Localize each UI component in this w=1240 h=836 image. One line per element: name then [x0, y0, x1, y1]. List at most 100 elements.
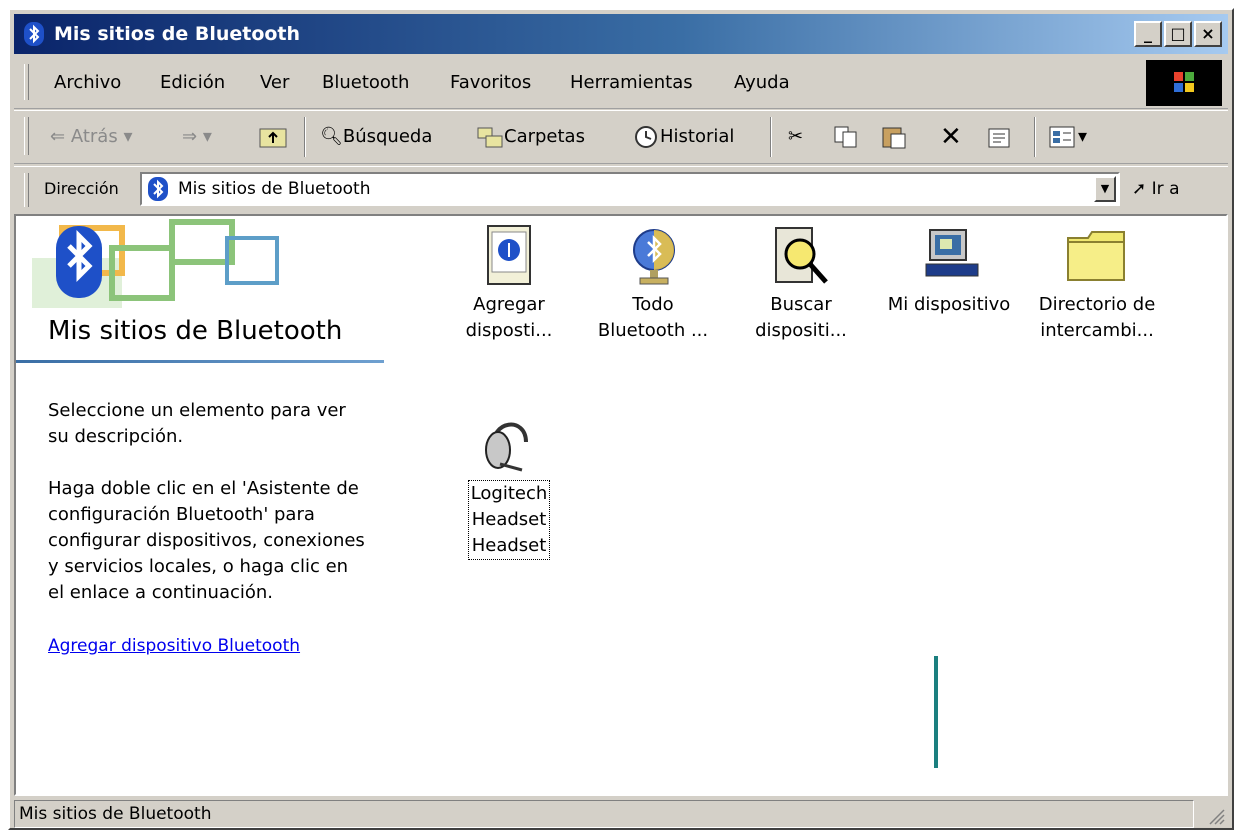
- item-label-line: Mi dispositivo: [887, 294, 1011, 315]
- address-grip: [24, 173, 29, 207]
- web-view-panel: Mis sitios de Bluetooth Seleccione un el…: [16, 216, 388, 794]
- menu-archivo[interactable]: Archivo: [54, 72, 121, 94]
- toolbar-separator: [304, 117, 306, 157]
- add-device-icon: [487, 225, 531, 285]
- add-bluetooth-device-link[interactable]: Agregar dispositivo Bluetooth: [48, 636, 300, 656]
- status-text: Mis sitios de Bluetooth: [14, 800, 1194, 828]
- up-folder-icon: [259, 128, 287, 148]
- logitech-headset-item[interactable]: Logitech Headset Headset: [444, 408, 574, 560]
- views-button[interactable]: ▾: [1048, 119, 1087, 155]
- copy-button[interactable]: [832, 119, 860, 155]
- item-label-line: Logitech: [470, 483, 548, 504]
- item-label-line: intercambi...: [1040, 320, 1154, 341]
- windows-flag-icon: [1174, 72, 1194, 92]
- item-label-line: disposti...: [465, 320, 553, 341]
- item-label-line: Todo: [632, 294, 674, 315]
- folders-button[interactable]: Carpetas: [476, 119, 585, 155]
- menu-grip: [24, 64, 29, 100]
- maximize-button[interactable]: □: [1164, 21, 1192, 47]
- properties-icon: [988, 128, 1010, 148]
- panel-title-rule: [16, 360, 384, 363]
- history-button[interactable]: Historial: [632, 119, 734, 155]
- headset-icon: [485, 422, 528, 472]
- address-value: Mis sitios de Bluetooth: [178, 179, 371, 199]
- views-dropdown-icon[interactable]: ▾: [1078, 126, 1087, 147]
- search-devices-item[interactable]: Buscar dispositi...: [736, 224, 866, 344]
- folder-icon: [1067, 231, 1125, 281]
- item-label-line: dispositi...: [755, 320, 847, 341]
- bluetooth-banner-graphic: [32, 219, 279, 308]
- item-label-line: Headset: [471, 509, 547, 530]
- up-folder-button[interactable]: [258, 119, 288, 155]
- close-button[interactable]: ×: [1194, 21, 1222, 47]
- address-label: Dirección: [44, 179, 119, 198]
- my-device-item[interactable]: Mi dispositivo: [884, 224, 1014, 318]
- add-device-item[interactable]: Agregar disposti...: [444, 224, 574, 344]
- go-button[interactable]: ➚ Ir a: [1132, 179, 1179, 199]
- item-label-line: Buscar: [770, 294, 832, 315]
- back-label: Atrás: [70, 126, 118, 147]
- properties-button[interactable]: [986, 119, 1014, 155]
- item-label-line: Bluetooth ...: [597, 320, 709, 341]
- menu-edicion[interactable]: Edición: [160, 72, 225, 94]
- search-label: Búsqueda: [342, 126, 433, 147]
- resize-grip-icon[interactable]: [1206, 806, 1226, 826]
- menu-herramientas[interactable]: Herramientas: [570, 72, 693, 94]
- search-icon: 🔍︎: [320, 126, 343, 147]
- item-label-line: Headset: [471, 535, 547, 556]
- bluetooth-icon: [148, 177, 168, 201]
- panel-description: Seleccione un elemento para ver su descr…: [48, 400, 346, 447]
- menu-bar: Archivo Edición Ver Bluetooth Favoritos …: [14, 58, 1228, 109]
- my-computer-icon: [925, 229, 979, 277]
- item-label-line: Agregar: [473, 294, 545, 315]
- scissors-icon: ✂: [788, 126, 804, 147]
- panel-instructions: Haga doble clic en el 'Asistente de conf…: [48, 478, 365, 603]
- windows-logo: [1146, 60, 1222, 106]
- teal-mark: [934, 656, 938, 768]
- menu-ayuda[interactable]: Ayuda: [734, 72, 790, 94]
- forward-dropdown-icon[interactable]: ▾: [203, 126, 212, 147]
- delete-x-icon: ✕: [940, 122, 962, 152]
- minimize-button[interactable]: _: [1134, 21, 1162, 47]
- forward-button[interactable]: ⇒ ▾: [182, 119, 212, 155]
- back-dropdown-icon[interactable]: ▾: [123, 126, 132, 147]
- history-icon: [635, 126, 657, 148]
- paste-icon: [882, 127, 906, 149]
- item-label-line: Directorio de: [1038, 294, 1156, 315]
- search-button[interactable]: 🔍︎Búsqueda: [320, 119, 432, 155]
- content-area: Mis sitios de Bluetooth Seleccione un el…: [14, 214, 1228, 796]
- address-dropdown-button[interactable]: ▼: [1094, 176, 1116, 202]
- back-arrow-icon: ⇐: [50, 126, 66, 147]
- panel-title: Mis sitios de Bluetooth: [48, 316, 343, 346]
- toolbar-grip: [24, 117, 29, 155]
- exchange-folder-item[interactable]: Directorio de intercambi...: [1032, 224, 1162, 344]
- delete-button[interactable]: ✕: [940, 119, 962, 155]
- standard-toolbar: ⇐ Atrás ▾ ⇒ ▾ 🔍︎Búsqueda Carpetas Histor…: [14, 110, 1228, 164]
- go-arrow-icon: ➚: [1132, 179, 1147, 199]
- address-bar: Dirección Mis sitios de Bluetooth ▼ ➚ Ir…: [14, 166, 1228, 215]
- paste-button[interactable]: [880, 119, 908, 155]
- folders-label: Carpetas: [504, 126, 585, 147]
- menu-favoritos[interactable]: Favoritos: [450, 72, 531, 94]
- bluetooth-globe-icon: [633, 229, 675, 285]
- explorer-window: Mis sitios de Bluetooth _ □ × Archivo Ed…: [8, 8, 1234, 830]
- search-devices-icon: [775, 227, 828, 284]
- address-input[interactable]: Mis sitios de Bluetooth ▼: [140, 172, 1120, 206]
- status-bar: Mis sitios de Bluetooth: [14, 800, 1228, 828]
- toolbar-separator: [1034, 117, 1036, 157]
- bluetooth-icon: [24, 22, 44, 46]
- entire-bluetooth-item[interactable]: Todo Bluetooth ...: [588, 224, 718, 344]
- menu-ver[interactable]: Ver: [260, 72, 289, 94]
- copy-icon: [834, 126, 857, 148]
- toolbar-separator: [770, 117, 772, 157]
- menu-bluetooth[interactable]: Bluetooth: [322, 72, 409, 94]
- views-icon: [1049, 126, 1075, 148]
- go-label: Ir a: [1151, 179, 1180, 199]
- cut-button[interactable]: ✂: [788, 119, 803, 155]
- title-bar[interactable]: Mis sitios de Bluetooth _ □ ×: [14, 14, 1228, 54]
- history-label: Historial: [660, 126, 735, 147]
- forward-arrow-icon: ⇒: [182, 126, 198, 147]
- back-button[interactable]: ⇐ Atrás ▾: [50, 119, 132, 155]
- window-title: Mis sitios de Bluetooth: [54, 23, 301, 45]
- folders-icon: [477, 127, 503, 148]
